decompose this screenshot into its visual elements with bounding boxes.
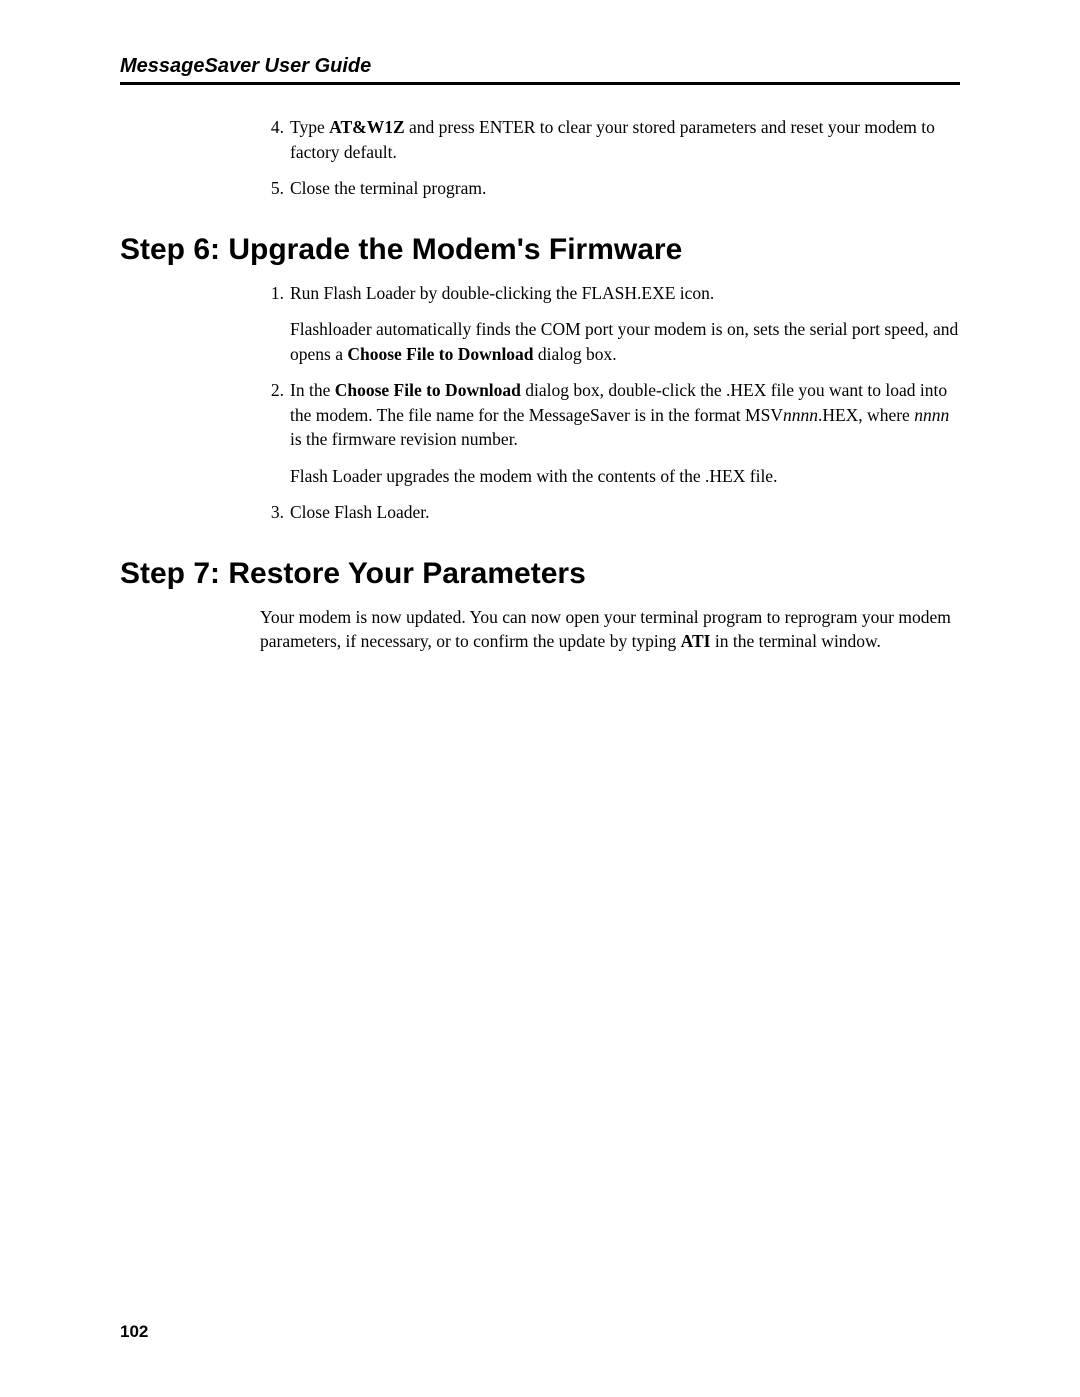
step6-heading: Step 6: Upgrade the Modem's Firmware bbox=[120, 233, 960, 267]
step7-heading: Step 7: Restore Your Parameters bbox=[120, 557, 960, 591]
list-text: Run Flash Loader by double-clicking the … bbox=[290, 281, 960, 306]
list-number: 4. bbox=[260, 115, 284, 164]
list-item-1: 1. Run Flash Loader by double-clicking t… bbox=[260, 281, 960, 367]
list-text: Flashloader automatically finds the COM … bbox=[290, 317, 960, 366]
list-text: In the Choose File to Download dialog bo… bbox=[290, 378, 960, 452]
list-number: 2. bbox=[260, 378, 284, 488]
list-text: Close the terminal program. bbox=[290, 176, 960, 201]
list-body: In the Choose File to Download dialog bo… bbox=[290, 378, 960, 488]
prelist-block: 4. Type AT&W1Z and press ENTER to clear … bbox=[120, 115, 960, 201]
command-text: ATI bbox=[681, 631, 711, 651]
list-number: 1. bbox=[260, 281, 284, 367]
header-title: MessageSaver User Guide bbox=[120, 55, 960, 78]
variable-text: nnnn bbox=[914, 405, 949, 425]
dialog-name: Choose File to Download bbox=[347, 344, 533, 364]
list-body: Close the terminal program. bbox=[290, 176, 960, 201]
paragraph-text: Your modem is now updated. You can now o… bbox=[260, 605, 960, 654]
list-number: 5. bbox=[260, 176, 284, 201]
step6-block: 1. Run Flash Loader by double-clicking t… bbox=[120, 281, 960, 525]
dialog-name: Choose File to Download bbox=[335, 380, 521, 400]
list-text: Type AT&W1Z and press ENTER to clear you… bbox=[290, 115, 960, 164]
list-item-4: 4. Type AT&W1Z and press ENTER to clear … bbox=[260, 115, 960, 164]
list-item-2: 2. In the Choose File to Download dialog… bbox=[260, 378, 960, 488]
list-body: Close Flash Loader. bbox=[290, 500, 960, 525]
page-number: 102 bbox=[120, 1322, 148, 1342]
list-body: Run Flash Loader by double-clicking the … bbox=[290, 281, 960, 367]
list-text: Flash Loader upgrades the modem with the… bbox=[290, 464, 960, 489]
variable-text: nnnn bbox=[783, 405, 818, 425]
list-text: Close Flash Loader. bbox=[290, 500, 960, 525]
page-header: MessageSaver User Guide bbox=[120, 55, 960, 85]
list-number: 3. bbox=[260, 500, 284, 525]
command-text: AT&W1Z bbox=[329, 117, 405, 137]
list-item-5: 5. Close the terminal program. bbox=[260, 176, 960, 201]
list-body: Type AT&W1Z and press ENTER to clear you… bbox=[290, 115, 960, 164]
step7-block: Your modem is now updated. You can now o… bbox=[120, 605, 960, 654]
document-page: MessageSaver User Guide 4. Type AT&W1Z a… bbox=[0, 0, 1080, 716]
list-item-3: 3. Close Flash Loader. bbox=[260, 500, 960, 525]
